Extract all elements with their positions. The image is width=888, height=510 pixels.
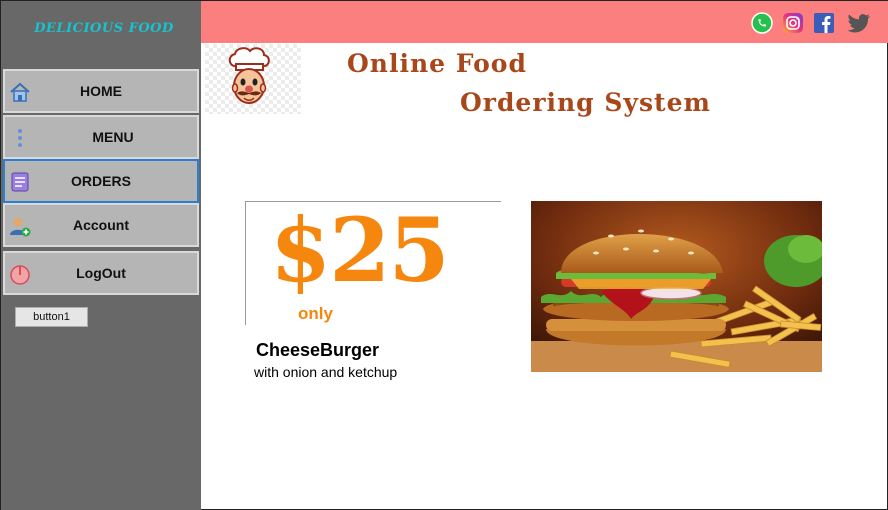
menu-dots-icon: [18, 129, 22, 147]
price-label: $25: [270, 198, 450, 302]
twitter-icon[interactable]: [847, 12, 871, 34]
nav-menu-label: MENU: [92, 129, 134, 145]
add-user-icon: [10, 217, 31, 237]
nav-logout-button[interactable]: LogOut: [3, 251, 199, 295]
nav-account-label: Account: [73, 217, 129, 233]
button1[interactable]: button1: [15, 307, 88, 327]
brand-title: DELICIOUS FOOD: [34, 21, 174, 36]
power-icon: [10, 265, 30, 285]
facebook-icon[interactable]: [813, 12, 835, 34]
item-description: with onion and ketchup: [254, 364, 398, 380]
price-panel: $25 only: [245, 201, 501, 325]
orders-icon: [11, 172, 29, 192]
sidebar: DELICIOUS FOOD HOME MENU ORDERS Account …: [1, 1, 201, 510]
nav-home-button[interactable]: HOME: [3, 69, 199, 113]
app-title-line2: Ordering System: [460, 88, 711, 117]
nav-orders-button[interactable]: ORDERS: [3, 159, 199, 203]
burger-image: [531, 201, 822, 372]
nav-logout-label: LogOut: [76, 265, 126, 281]
item-name: CheeseBurger: [256, 340, 380, 360]
nav-account-button[interactable]: Account: [3, 203, 199, 247]
whatsapp-icon[interactable]: [751, 12, 773, 34]
nav-orders-label: ORDERS: [71, 173, 131, 189]
nav-home-label: HOME: [80, 83, 122, 99]
chef-logo: [205, 44, 301, 114]
nav-menu-button[interactable]: MENU: [3, 115, 199, 159]
home-icon: [10, 82, 30, 102]
app-title-line1: Online Food: [347, 49, 527, 78]
app-window: DELICIOUS FOOD HOME MENU ORDERS Account …: [0, 0, 888, 510]
instagram-icon[interactable]: [782, 12, 804, 34]
price-note: only: [298, 304, 333, 323]
